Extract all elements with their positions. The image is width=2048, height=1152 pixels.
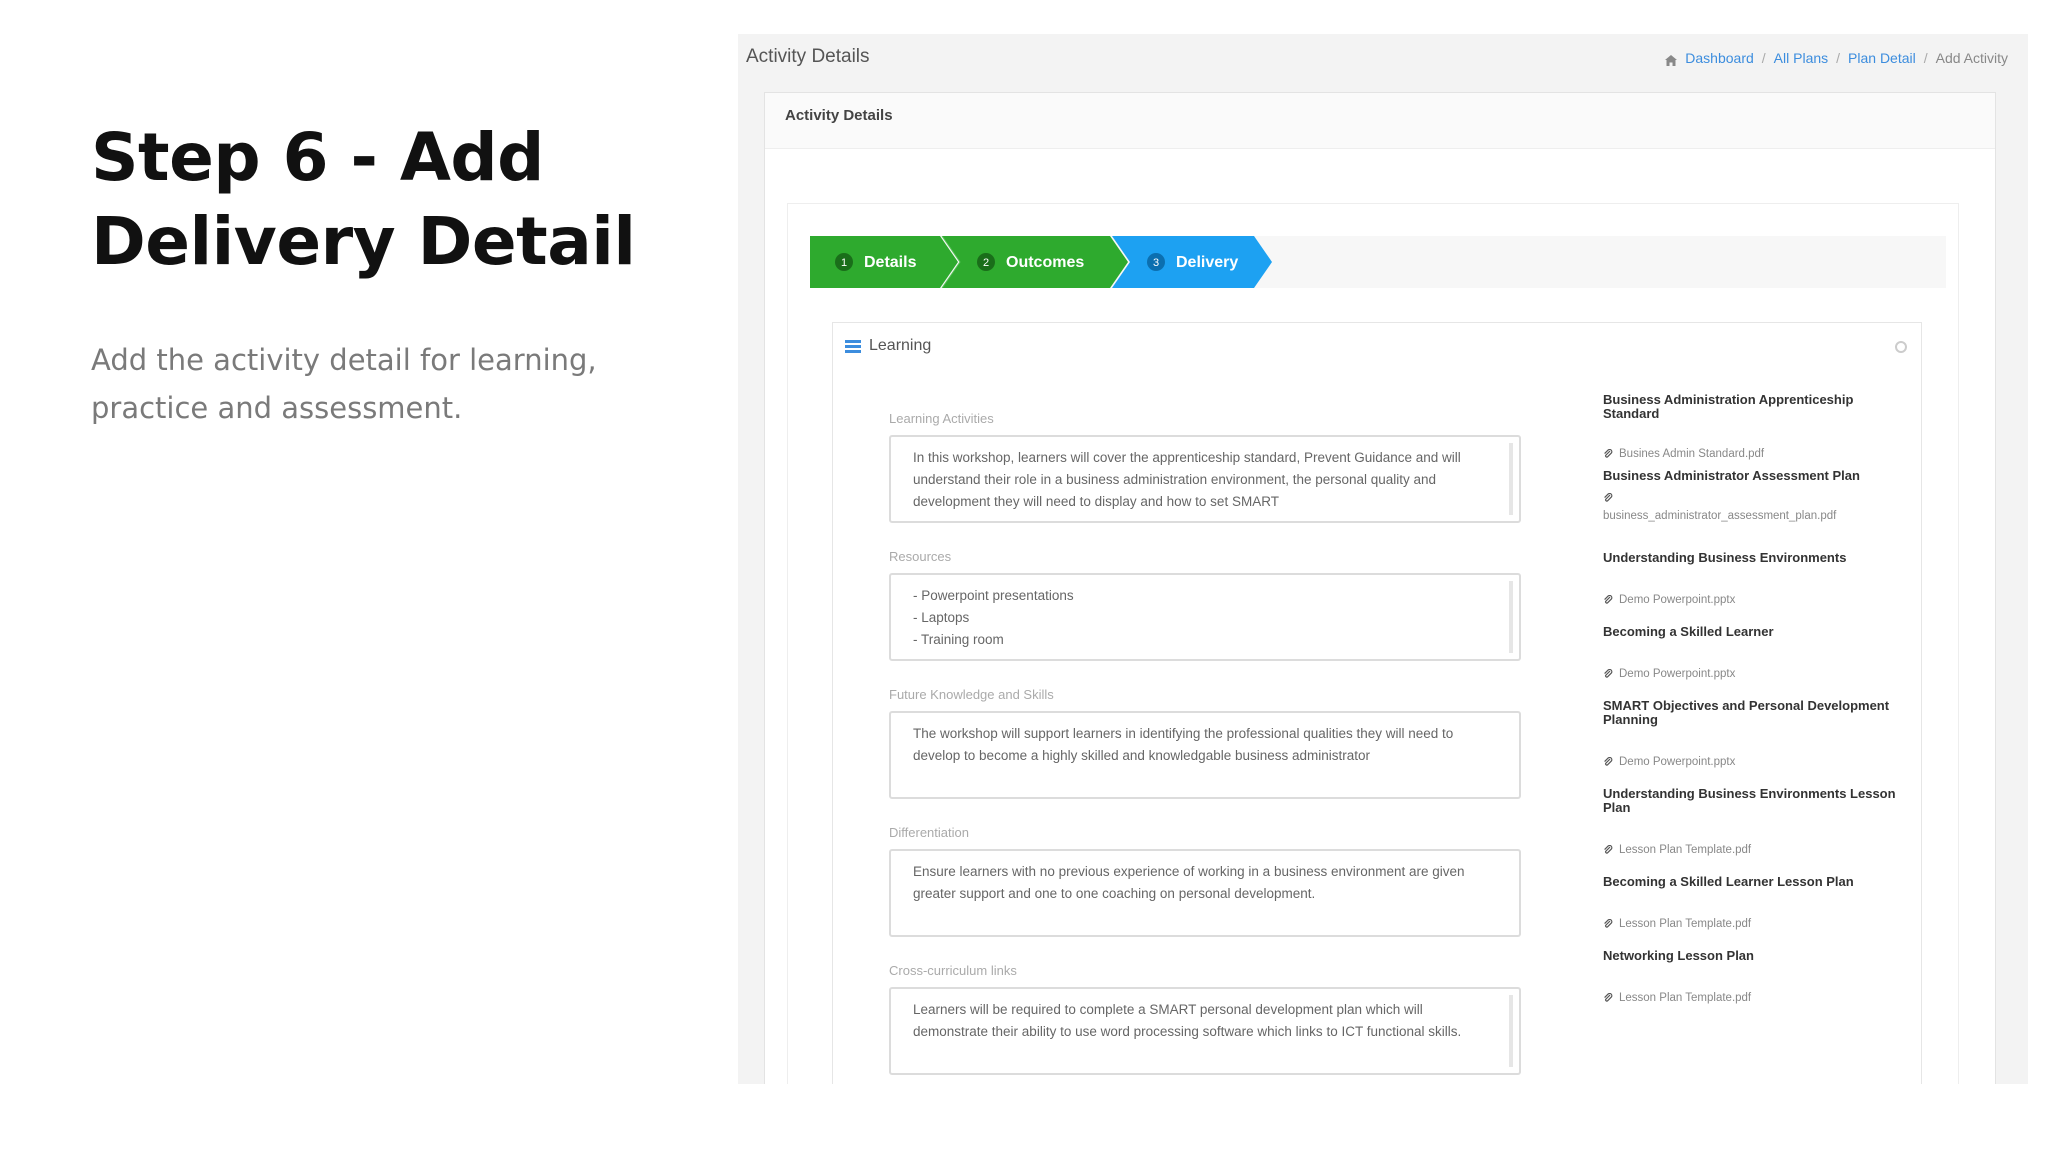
learning-activities-textarea[interactable]: In this workshop, learners will cover th…	[889, 435, 1521, 523]
document-title: Becoming a Skilled Learner Lesson Plan	[1603, 874, 1854, 889]
wizard-step-details[interactable]: 1 Details	[810, 236, 958, 288]
field-label-cross-curriculum: Cross-curriculum links	[889, 963, 1017, 978]
documents-list: Business Administration Apprenticeship S…	[1603, 393, 1903, 1009]
paperclip-icon	[1604, 993, 1613, 1002]
field-value: Learners will be required to complete a …	[913, 1002, 1462, 1039]
paperclip-icon	[1604, 845, 1613, 854]
page-header: Activity Details Dashboard / All Plans /…	[738, 34, 2028, 82]
field-value: In this workshop, learners will cover th…	[913, 450, 1461, 509]
field-label-resources: Resources	[889, 549, 952, 564]
cross-curriculum-textarea[interactable]: Learners will be required to complete a …	[889, 987, 1521, 1075]
paperclip-icon	[1604, 919, 1613, 928]
breadcrumb-separator: /	[1761, 50, 1766, 66]
document-item: Becoming a Skilled Learner Lesson Plan L…	[1603, 875, 1903, 949]
document-title: Becoming a Skilled Learner	[1603, 624, 1774, 639]
resource-item: - Laptops	[913, 610, 970, 625]
document-item: Understanding Business Environments Less…	[1603, 787, 1903, 875]
document-file-name[interactable]: business_administrator_assessment_plan.p…	[1603, 509, 1836, 524]
document-file-name[interactable]: Demo Powerpoint.pptx	[1619, 667, 1735, 682]
breadcrumb-plan-detail[interactable]: Plan Detail	[1848, 50, 1916, 66]
document-link[interactable]: Lesson Plan Template.pdf	[1603, 843, 1903, 858]
document-title: Networking Lesson Plan	[1603, 948, 1754, 963]
learning-header: Learning	[845, 337, 931, 355]
breadcrumb-current: Add Activity	[1935, 50, 2008, 66]
document-file-name[interactable]: Lesson Plan Template.pdf	[1619, 843, 1751, 858]
field-label-learning-activities: Learning Activities	[889, 411, 994, 426]
future-knowledge-textarea[interactable]: The workshop will support learners in id…	[889, 711, 1521, 799]
wizard-step-delivery[interactable]: 3 Delivery	[1112, 236, 1272, 288]
document-link[interactable]: Lesson Plan Template.pdf	[1603, 917, 1903, 932]
document-link[interactable]: Busines Admin Standard.pdf	[1603, 447, 1903, 462]
app-screenshot: Activity Details Dashboard / All Plans /…	[738, 34, 2028, 1084]
wizard-steps: 1 Details 2 Outcomes 3 Delivery	[810, 236, 1272, 288]
paperclip-icon	[1604, 595, 1613, 604]
learning-panel: Learning Learning Activities In this wor…	[832, 322, 1922, 1084]
document-title: Understanding Business Environments Less…	[1603, 786, 1896, 815]
card-title: Activity Details	[765, 93, 1995, 149]
field-label-future-knowledge: Future Knowledge and Skills	[889, 687, 1054, 702]
field-value: The workshop will support learners in id…	[913, 726, 1454, 763]
document-item: Business Administration Apprenticeship S…	[1603, 393, 1903, 469]
document-link[interactable]: business_administrator_assessment_plan.p…	[1603, 491, 1903, 524]
wizard-step-label: Details	[864, 254, 917, 271]
learning-heading: Learning	[869, 337, 932, 354]
wizard-step-label: Delivery	[1176, 254, 1238, 271]
wizard-bar: 1 Details 2 Outcomes 3 Delivery	[810, 236, 1946, 288]
document-link[interactable]: Demo Powerpoint.pptx	[1603, 667, 1903, 682]
breadcrumb: Dashboard / All Plans / Plan Detail / Ad…	[1665, 50, 2008, 66]
document-item: Becoming a Skilled Learner Demo Powerpoi…	[1603, 625, 1903, 699]
wizard-step-number: 3	[1153, 257, 1159, 269]
document-item: Business Administrator Assessment Plan b…	[1603, 469, 1903, 551]
document-title: SMART Objectives and Personal Developmen…	[1603, 698, 1890, 727]
document-title: Business Administration Apprenticeship S…	[1603, 392, 1854, 421]
resource-item: - Training room	[913, 632, 1004, 647]
slide-description: Add the activity detail for learning, pr…	[91, 343, 597, 425]
wizard-step-label: Outcomes	[1006, 254, 1084, 271]
document-link[interactable]: Demo Powerpoint.pptx	[1603, 593, 1903, 608]
paperclip-icon	[1604, 757, 1613, 766]
wizard-step-outcomes[interactable]: 2 Outcomes	[941, 236, 1128, 288]
breadcrumb-separator: /	[1836, 50, 1841, 66]
textarea-scrollbar[interactable]	[1509, 443, 1513, 515]
document-item: Understanding Business Environments Demo…	[1603, 551, 1903, 625]
wizard-step-number: 2	[983, 257, 989, 269]
textarea-scrollbar[interactable]	[1509, 995, 1513, 1067]
field-value: Ensure learners with no previous experie…	[913, 864, 1465, 901]
home-icon	[1665, 53, 1678, 66]
document-item: Networking Lesson Plan Lesson Plan Templ…	[1603, 949, 1903, 1009]
wizard-step-number: 1	[841, 257, 847, 269]
document-link[interactable]: Lesson Plan Template.pdf	[1603, 991, 1903, 1006]
document-title: Understanding Business Environments	[1603, 550, 1847, 565]
wizard-container: 1 Details 2 Outcomes 3 Delivery Learning…	[787, 203, 1959, 1084]
document-title: Business Administrator Assessment Plan	[1603, 468, 1860, 483]
document-file-name[interactable]: Lesson Plan Template.pdf	[1619, 917, 1751, 932]
paperclip-icon	[1604, 449, 1613, 458]
document-file-name[interactable]: Busines Admin Standard.pdf	[1619, 447, 1764, 462]
list-icon	[845, 339, 861, 353]
document-file-name[interactable]: Demo Powerpoint.pptx	[1619, 593, 1735, 608]
document-file-name[interactable]: Lesson Plan Template.pdf	[1619, 991, 1751, 1006]
slide-title: Step 6 - Add Delivery Detail	[91, 119, 636, 280]
field-label-differentiation: Differentiation	[889, 825, 969, 840]
breadcrumb-separator: /	[1923, 50, 1928, 66]
activity-details-card: Activity Details 1 Details 2 Outcomes 3 …	[764, 92, 1996, 1084]
document-file-name[interactable]: Demo Powerpoint.pptx	[1619, 755, 1735, 770]
resources-textarea[interactable]: - Powerpoint presentations - Laptops - T…	[889, 573, 1521, 661]
resource-item: - Powerpoint presentations	[913, 588, 1074, 603]
differentiation-textarea[interactable]: Ensure learners with no previous experie…	[889, 849, 1521, 937]
breadcrumb-dashboard[interactable]: Dashboard	[1685, 50, 1754, 66]
paperclip-icon	[1604, 493, 1613, 502]
breadcrumb-all-plans[interactable]: All Plans	[1774, 50, 1828, 66]
textarea-scrollbar[interactable]	[1509, 581, 1513, 653]
document-link[interactable]: Demo Powerpoint.pptx	[1603, 755, 1903, 770]
paperclip-icon	[1604, 669, 1613, 678]
collapse-icon[interactable]	[1895, 341, 1907, 353]
page-title: Activity Details	[746, 46, 870, 67]
document-item: SMART Objectives and Personal Developmen…	[1603, 699, 1903, 787]
